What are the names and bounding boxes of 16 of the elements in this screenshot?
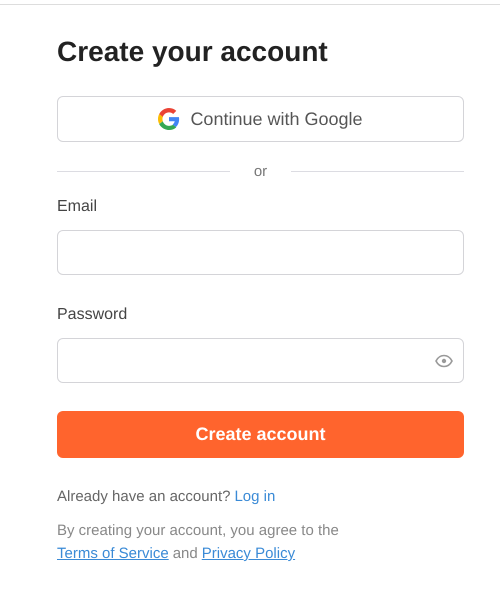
google-logo-icon	[158, 108, 180, 130]
terms-of-service-link[interactable]: Terms of Service	[57, 545, 169, 562]
privacy-policy-link[interactable]: Privacy Policy	[202, 545, 296, 562]
password-label: Password	[57, 305, 128, 325]
create-account-button[interactable]: Create account	[57, 411, 464, 458]
or-label: or	[254, 162, 268, 180]
google-sign-in-button[interactable]: Continue with Google	[57, 96, 464, 142]
email-label: Email	[57, 197, 98, 217]
eye-icon[interactable]	[435, 354, 453, 368]
password-field[interactable]	[57, 338, 464, 383]
and-text: and	[172, 545, 198, 562]
email-field[interactable]	[57, 230, 464, 275]
page-title: Create your account	[57, 35, 329, 69]
log-in-link[interactable]: Log in	[234, 488, 276, 505]
agreement-text: By creating your account, you agree to the	[57, 522, 339, 539]
login-prompt-text: Already have an account?	[57, 488, 230, 505]
